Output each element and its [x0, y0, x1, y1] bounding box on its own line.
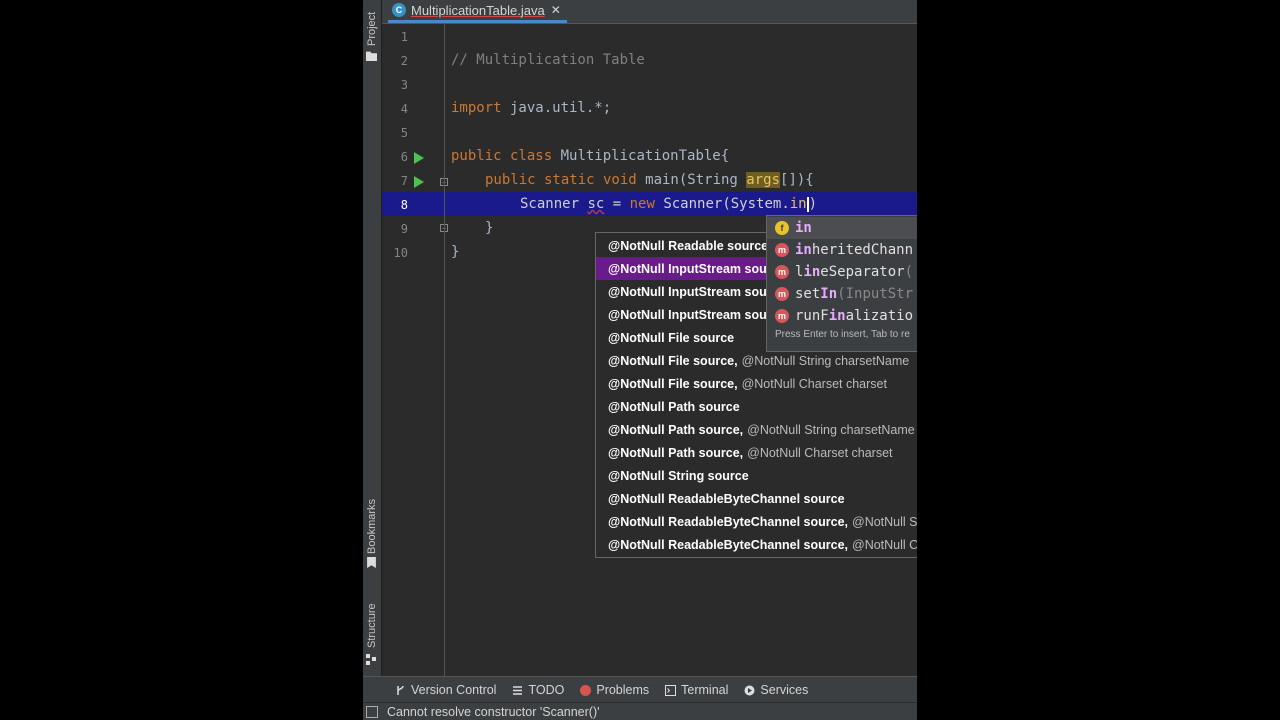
- run-main-icon[interactable]: [414, 176, 424, 188]
- method-icon: m: [775, 287, 789, 301]
- line-number: 3: [400, 78, 408, 92]
- param-hint-item[interactable]: @NotNull Path source, @NotNull Charset ch…: [596, 441, 917, 464]
- code-line-9[interactable]: }: [485, 220, 493, 236]
- tool-strip: Project Bookmarks Structure: [363, 0, 382, 676]
- code-line-10[interactable]: }: [451, 244, 459, 260]
- line-number: 7: [400, 174, 408, 188]
- bookmark-icon[interactable]: [367, 557, 376, 568]
- completion-item[interactable]: m runF in alizatio: [767, 305, 917, 327]
- code-line-7[interactable]: public static void main(String args[]){: [485, 172, 814, 188]
- list-icon: [513, 685, 523, 695]
- structure-icon[interactable]: [366, 652, 377, 665]
- run-class-icon[interactable]: [414, 152, 424, 164]
- line-number: 1: [400, 30, 408, 44]
- project-tool-label[interactable]: Project: [364, 6, 380, 46]
- close-icon[interactable]: ✕: [551, 3, 561, 17]
- status-message: Cannot resolve constructor 'Scanner()': [387, 705, 600, 719]
- param-hint-item[interactable]: @NotNull ReadableByteChannel source: [596, 487, 917, 510]
- param-hint-item[interactable]: @NotNull Path source: [596, 395, 917, 418]
- method-icon: m: [775, 243, 789, 257]
- window-icon[interactable]: [366, 706, 378, 718]
- code-completion-popup: f in m in heritedChann m l in eSeparator( m set…: [766, 215, 917, 352]
- field-icon: f: [775, 221, 789, 235]
- param-hint-item[interactable]: @NotNull ReadableByteChannel source, @Not…: [596, 510, 917, 533]
- line-number: 8: [400, 198, 408, 212]
- problems-button[interactable]: Problems: [580, 683, 649, 697]
- code-line-8[interactable]: Scanner sc = new Scanner(System.in): [520, 196, 817, 212]
- param-hint-item[interactable]: @NotNull File source, @NotNull String cha…: [596, 349, 917, 372]
- terminal-icon: [665, 684, 677, 696]
- tool-window-bar: Version Control TODO Problems Terminal S…: [363, 676, 917, 703]
- folder-icon[interactable]: [366, 51, 377, 61]
- structure-tool-label[interactable]: Structure: [364, 596, 380, 648]
- completion-item[interactable]: m l in eSeparator(: [767, 261, 917, 283]
- method-icon: m: [775, 265, 789, 279]
- line-number: 5: [400, 126, 408, 140]
- line-number: 9: [400, 222, 408, 236]
- completion-item[interactable]: m set In (InputStr: [767, 283, 917, 305]
- param-hint-item[interactable]: @NotNull File source, @NotNull Charset ch…: [596, 372, 917, 395]
- status-bar: Cannot resolve constructor 'Scanner()': [363, 702, 917, 720]
- todo-button[interactable]: TODO: [512, 683, 564, 697]
- code-line-4[interactable]: import java.util.*;: [451, 100, 611, 116]
- branch-icon: [397, 685, 404, 695]
- completion-item[interactable]: m in heritedChann: [767, 239, 917, 261]
- version-control-button[interactable]: Version Control: [395, 683, 496, 697]
- line-number: 10: [393, 246, 408, 260]
- completion-hint: Press Enter to insert, Tab to re: [775, 329, 910, 340]
- tab-file-name[interactable]: MultiplicationTable.java: [411, 3, 545, 18]
- terminal-button[interactable]: Terminal: [665, 683, 728, 697]
- java-class-icon: C: [392, 3, 406, 17]
- line-number: 2: [400, 54, 408, 68]
- line-number: 6: [400, 150, 408, 164]
- param-hint-item[interactable]: @NotNull Path source, @NotNull String cha…: [596, 418, 917, 441]
- code-line-6[interactable]: public class MultiplicationTable{: [451, 148, 729, 164]
- error-icon: [580, 684, 592, 696]
- param-hint-item[interactable]: @NotNull ReadableByteChannel source, @Not…: [596, 533, 917, 556]
- services-button[interactable]: Services: [744, 683, 808, 697]
- method-icon: m: [775, 309, 789, 323]
- code-line-2[interactable]: // Multiplication Table: [451, 52, 645, 68]
- gutter: 1 2 3 4 5 6 7 8 9 10 − −: [382, 24, 448, 676]
- services-icon: [744, 685, 755, 695]
- param-hint-item[interactable]: @NotNull String source: [596, 464, 917, 487]
- line-number: 4: [400, 102, 408, 116]
- tab-multiplication-table[interactable]: C MultiplicationTable.java ✕: [388, 0, 567, 23]
- ide-window: Project Bookmarks Structure C Multiplica…: [363, 0, 917, 720]
- bookmarks-tool-label[interactable]: Bookmarks: [364, 494, 380, 554]
- editor-tab-bar: C MultiplicationTable.java ✕: [382, 0, 917, 24]
- completion-item-in[interactable]: f in: [767, 217, 917, 239]
